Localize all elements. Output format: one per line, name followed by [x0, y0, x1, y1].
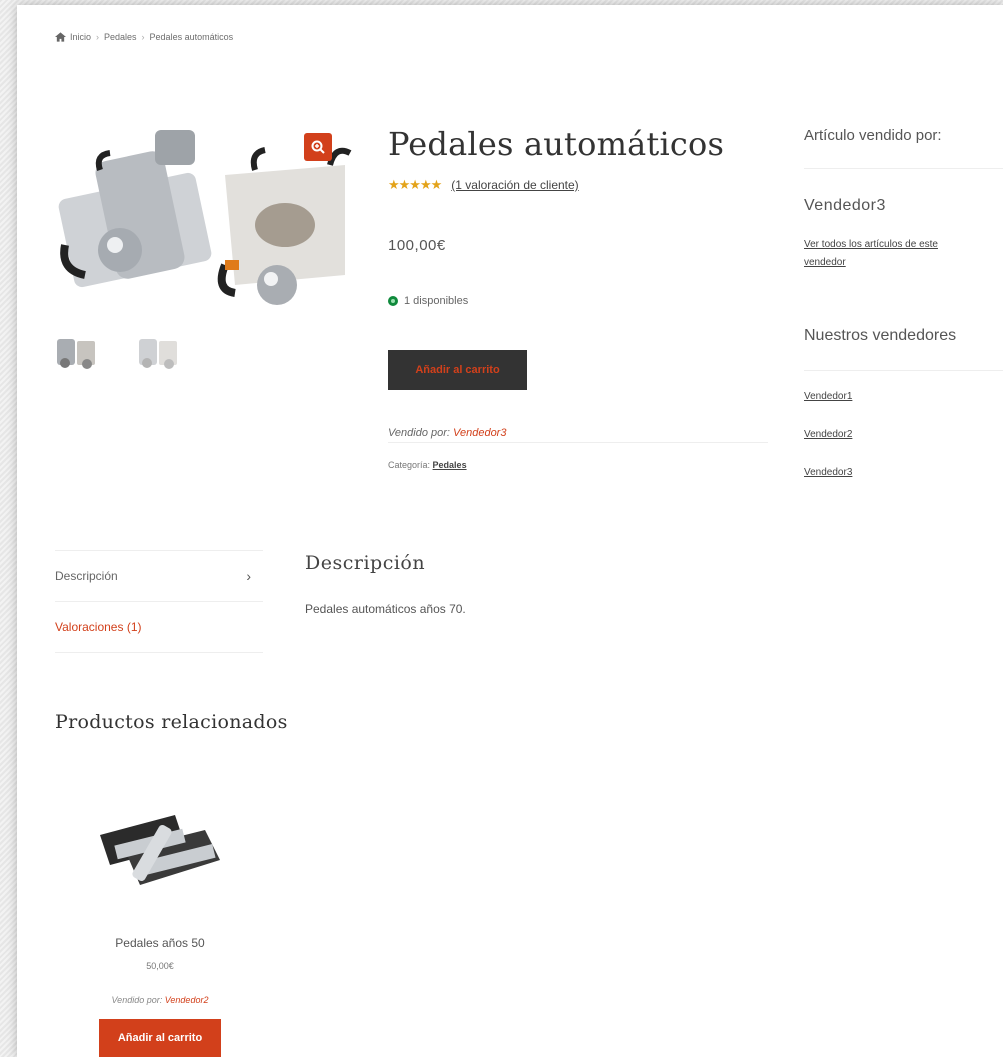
breadcrumb: Inicio › Pedales › Pedales automáticos: [55, 32, 233, 42]
related-product-name[interactable]: Pedales años 50: [75, 936, 245, 950]
sold-by: Vendido por: Vendedor3: [388, 427, 506, 439]
related-sold-by: Vendido por: Vendedor2: [75, 995, 245, 1005]
breadcrumb-home[interactable]: Inicio: [70, 32, 91, 42]
add-to-cart-button[interactable]: Añadir al carrito: [388, 350, 527, 390]
tab-reviews[interactable]: Valoraciones (1): [55, 601, 263, 653]
product-thumbnail[interactable]: [53, 331, 101, 375]
zoom-icon: [311, 140, 325, 154]
category-link[interactable]: Pedales: [433, 460, 467, 470]
related-product-price: 50,00€: [146, 961, 174, 971]
related-product-card: Pedales años 50 50,00€ Vendido por: Vend…: [75, 795, 245, 1057]
related-products-title: Productos relacionados: [55, 711, 288, 733]
description-text: Pedales automáticos años 70.: [305, 602, 466, 616]
breadcrumb-separator: ›: [96, 32, 100, 42]
sidebar-sold-by-title: Artículo vendido por:: [804, 127, 942, 144]
sidebar-our-vendors-title: Nuestros vendedores: [804, 327, 957, 344]
stock-status: 1 disponibles: [388, 295, 468, 307]
home-icon[interactable]: [55, 32, 66, 42]
page: Inicio › Pedales › Pedales automáticos P…: [17, 5, 1003, 1057]
product-price: 100,00€: [388, 237, 446, 254]
related-sold-by-vendor-link[interactable]: Vendedor2: [165, 995, 209, 1005]
breadcrumb-separator: ›: [141, 32, 145, 42]
product-tabs: Descripción › Valoraciones (1): [55, 550, 263, 653]
chevron-right-icon: ›: [246, 568, 251, 584]
product-category: Categoría: Pedales: [388, 460, 467, 470]
description-title: Descripción: [305, 552, 426, 574]
breadcrumb-current: Pedales automáticos: [149, 32, 234, 42]
divider: [804, 370, 1003, 371]
stock-text: 1 disponibles: [404, 295, 469, 307]
vendor-link-3[interactable]: Vendedor3: [804, 464, 979, 482]
sidebar-vendor-name: Vendedor3: [804, 197, 886, 214]
vendor-link-1[interactable]: Vendedor1: [804, 388, 979, 406]
related-add-to-cart-button[interactable]: Añadir al carrito: [99, 1019, 221, 1057]
sold-by-label: Vendido por:: [388, 427, 450, 439]
sold-by-vendor-link[interactable]: Vendedor3: [453, 427, 506, 439]
divider: [804, 168, 1003, 169]
review-count-link[interactable]: (1 valoración de cliente): [451, 178, 578, 192]
product-rating: ★★★★★ (1 valoración de cliente): [388, 177, 579, 193]
in-stock-icon: [388, 296, 398, 306]
divider: [388, 442, 768, 443]
vendor-link-2[interactable]: Vendedor2: [804, 426, 979, 444]
star-rating-icon: ★★★★★: [388, 177, 442, 192]
product-thumbnail[interactable]: [135, 331, 183, 375]
related-product-image[interactable]: [85, 795, 235, 905]
tab-description[interactable]: Descripción ›: [55, 550, 263, 601]
breadcrumb-category[interactable]: Pedales: [104, 32, 137, 42]
zoom-button[interactable]: [304, 133, 332, 161]
tab-description-label: Descripción: [55, 569, 118, 583]
see-all-vendor-items-link[interactable]: Ver todos los artículos de este vendedor: [804, 236, 979, 272]
tab-reviews-label: Valoraciones (1): [55, 620, 142, 634]
category-label: Categoría:: [388, 460, 431, 470]
product-title: Pedales automáticos: [388, 125, 725, 163]
related-sold-by-label: Vendido por:: [111, 995, 163, 1005]
